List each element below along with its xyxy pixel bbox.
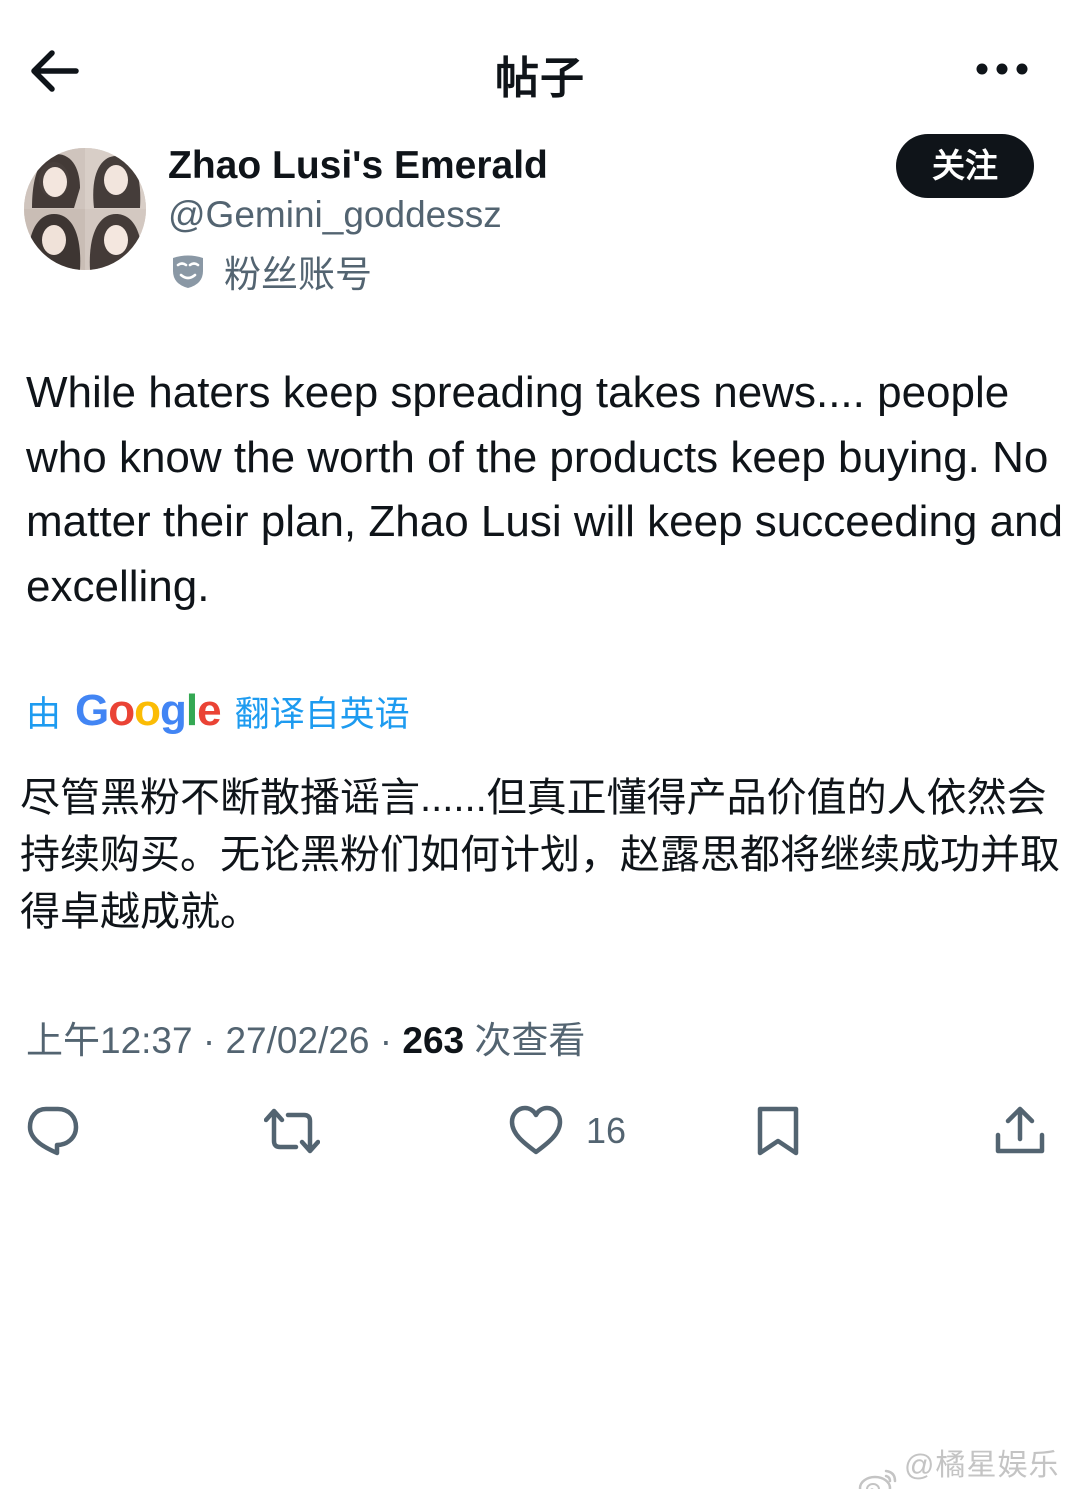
follow-button[interactable]: 关注 bbox=[896, 134, 1034, 198]
watermark-text: @橘星娱乐馆 bbox=[904, 1449, 1060, 1482]
repost-button[interactable] bbox=[264, 1100, 320, 1162]
page-title: 帖子 bbox=[495, 54, 585, 103]
account-type-row: 粉丝账号 bbox=[168, 248, 372, 295]
like-button[interactable]: 16 bbox=[508, 1100, 626, 1162]
post-meta: 上午12:37 · 27/02/26 · 263 次查看 bbox=[26, 1010, 585, 1064]
watermark: @橘星娱乐馆 bbox=[858, 1440, 1080, 1489]
reply-button[interactable] bbox=[24, 1100, 80, 1162]
meta-separator: · bbox=[202, 1020, 216, 1061]
author-handle[interactable]: @Gemini_goddessz bbox=[168, 194, 502, 236]
account-type-label: 粉丝账号 bbox=[224, 254, 372, 295]
post-date[interactable]: 27/02/26 bbox=[225, 1020, 369, 1061]
avatar[interactable] bbox=[24, 148, 146, 270]
weibo-icon bbox=[858, 1467, 898, 1489]
share-icon bbox=[995, 1106, 1045, 1154]
post-time[interactable]: 上午12:37 bbox=[26, 1020, 193, 1061]
like-count: 16 bbox=[586, 1110, 627, 1151]
translated-text: 尽管黑粉不断散播谣言......但真正懂得产品价值的人依然会持续购买。无论黑粉们… bbox=[20, 776, 1060, 934]
translation-attribution: 由 Google 翻译自英语 bbox=[26, 684, 410, 738]
more-horizontal-icon[interactable] bbox=[972, 46, 1032, 92]
bookmark-button[interactable] bbox=[750, 1100, 806, 1162]
reply-icon bbox=[27, 1106, 79, 1156]
post-text: While haters keep spreading takes news..… bbox=[26, 368, 1064, 611]
author-display-name[interactable]: Zhao Lusi's Emerald bbox=[168, 144, 548, 188]
google-logo: Google bbox=[75, 686, 222, 735]
heart-icon bbox=[509, 1105, 563, 1155]
mask-icon bbox=[168, 251, 208, 291]
translation-by-label: 由 bbox=[26, 694, 62, 734]
views-count: 263 bbox=[402, 1020, 465, 1061]
translated-from-link[interactable]: 翻译自英语 bbox=[235, 686, 410, 737]
share-button[interactable] bbox=[992, 1100, 1048, 1162]
post-detail-page: 帖子 Zhao Lusi's Emerald @Gemini_goddessz … bbox=[0, 0, 1080, 1489]
views-label: 次查看 bbox=[474, 1020, 586, 1061]
bookmark-icon bbox=[757, 1106, 799, 1156]
meta-separator: · bbox=[379, 1020, 393, 1061]
top-bar: 帖子 bbox=[0, 0, 1080, 130]
repost-icon bbox=[264, 1108, 320, 1154]
